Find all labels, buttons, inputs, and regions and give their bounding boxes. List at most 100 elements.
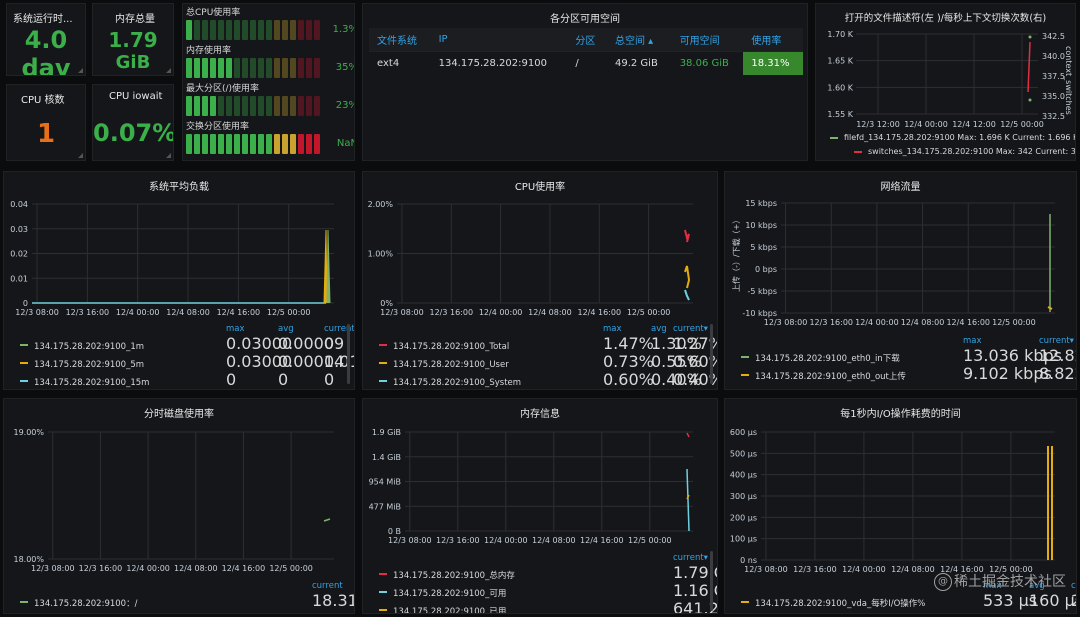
y-tick-label: 18.00% [13, 555, 44, 564]
gauge-segment [314, 20, 320, 40]
memory-panel[interactable]: 内存信息 1.9 GiB 1.4 GiB 954 MiB 477 MiB 0 B 12/3… [362, 398, 718, 614]
legend-item[interactable]: 134.175.28.202:9100_Total1.47%1.30%1.27% [379, 334, 717, 353]
panel-title: 各分区可用空间 [550, 14, 620, 25]
column-header[interactable]: 使用率 [743, 28, 803, 52]
x-tick-label: 12/3 16:00 [429, 308, 473, 317]
partition-panel[interactable]: 各分区可用空间 文件系统 IP 分区 总空间 ▴ 可用空间 使用率 ext4 134.175… [362, 3, 808, 161]
load-panel[interactable]: 系统平均负载 0.04 0.03 0.02 0.01 0 12/3 08:00 12/3 1… [3, 171, 355, 390]
panel-title: 内存总量 [115, 14, 155, 25]
gauge-label: 交换分区使用率 [186, 122, 250, 132]
gauge-segment [202, 134, 208, 154]
legend-header[interactable]: max [603, 324, 622, 334]
gauge-segment [202, 96, 208, 116]
memory-total-panel[interactable]: 内存总量 1.79 GiB [92, 3, 174, 76]
gauge-segment [282, 58, 288, 78]
y-tick-label: 0 ns [740, 556, 757, 565]
cpu-cores-panel[interactable]: CPU 核数 1 [6, 84, 86, 161]
legend-header[interactable]: current [1071, 581, 1076, 591]
table-cell: 38.06 GiB [671, 51, 744, 75]
y-tick-label: 0 [23, 299, 28, 308]
legend-item[interactable]: 134.175.28.202:9100：/ 18.313% [20, 593, 354, 609]
gauge-segment [218, 134, 224, 154]
gauge-segment [274, 134, 280, 154]
gauge-segment [226, 96, 232, 116]
filefd-point [1028, 35, 1032, 39]
gauge-value: 35% [335, 62, 354, 73]
legend-item[interactable]: 134.175.28.202:9100_总内存1.79 GiB [379, 565, 717, 581]
resize-handle-icon[interactable] [78, 68, 83, 73]
y-tick-label: 15 kbps [745, 199, 777, 208]
gauge-segment [210, 58, 216, 78]
legend-item[interactable]: 134.175.28.202:9100_1m 0.03000 0.00009 0 [20, 336, 346, 352]
legend-scrollbar[interactable] [710, 551, 713, 611]
y-tick-label: 100 μs [730, 535, 757, 544]
legend-scrollbar[interactable] [347, 324, 350, 384]
uptime-panel[interactable]: 系统运行时... 4.0 dav [6, 3, 86, 76]
column-header[interactable]: 可用空间 [671, 28, 744, 52]
legend-item[interactable]: 134.175.28.202:9100_5m0.030000.000140.01… [20, 354, 354, 370]
series-swatch [379, 572, 387, 575]
legend-item-switches[interactable]: switches_134.175.28.202:9100 Max: 342 Cu… [854, 146, 1075, 158]
y-axis-label: 上传（-）/下载（+） [731, 216, 741, 292]
memory-total-unit: GiB [115, 52, 151, 73]
gauge-segment [242, 134, 248, 154]
legend-header[interactable]: current [324, 324, 354, 334]
gauge-segment [306, 58, 312, 78]
gauge-segment [234, 20, 240, 40]
series-total-mem [686, 432, 690, 438]
legend-scrollbar[interactable] [710, 324, 713, 384]
y-tick-label: 1.65 K [827, 57, 853, 66]
column-header[interactable]: 文件系统 [369, 28, 431, 52]
resize-handle-icon[interactable] [166, 68, 171, 73]
x-tick-label: 12/3 16:00 [66, 308, 110, 317]
legend-item[interactable]: 134.175.28.202:9100_vda_每秒I/O操作% 533 μs 16… [741, 593, 1076, 609]
x-tick-label: 12/4 08:00 [532, 536, 576, 545]
column-header[interactable]: IP [430, 28, 568, 52]
legend-item[interactable]: 134.175.28.202:9100_可用1.16 GiB [379, 583, 717, 599]
y2-tick-label: 332.5 [1042, 112, 1065, 121]
legend-header[interactable]: current▾ [673, 324, 708, 334]
gauge-label: 总CPU使用率 [186, 8, 241, 18]
filefd-switches-panel[interactable]: 打开的文件描述符(左 )/每秒上下文切换次数(右) 1.70 K 1.65 K 1.… [815, 3, 1076, 161]
legend-header[interactable]: current [312, 581, 343, 591]
legend-item[interactable]: 134.175.28.202:9100_eth0_out上传 9.102 kbps… [741, 366, 1076, 382]
memory-total-value: 1.79 [108, 28, 158, 52]
column-header[interactable]: 总空间 ▴ [606, 28, 672, 52]
y-tick-label: 600 μs [730, 428, 757, 437]
legend-header[interactable]: max [226, 324, 245, 334]
cpu-panel[interactable]: CPU使用率 2.00% 1.00% 0% 12/3 08:00 12/3 16:00 1… [362, 171, 718, 390]
legend-header[interactable]: max [963, 336, 982, 346]
legend-header[interactable]: avg [651, 324, 667, 334]
legend-header[interactable]: current▾ [1039, 336, 1074, 346]
legend-item[interactable]: 134.175.28.202:9100_已用641.23 MiB [379, 601, 717, 613]
y-tick-label: 1.70 K [827, 30, 853, 39]
network-panel[interactable]: 网络流量 15 kbps 10 kbps 5 kbps 0 bps -5 kbps -10… [724, 171, 1077, 390]
gauges-panel[interactable]: 总CPU使用率 1.3% 内存使用率 35% 最大分区(/)使用率 23% 交换分区使用率 N… [182, 3, 355, 161]
column-header[interactable]: 分区 [567, 28, 607, 52]
y-tick-label: 1.60 K [827, 83, 853, 92]
legend-item[interactable]: 134.175.28.202:9100_System 0.60% 0.40% 0.40… [379, 372, 717, 388]
legend-item[interactable]: 134.175.28.202:9100_15m 0 0 0 [20, 372, 346, 388]
legend-text: switches_134.175.28.202:9100 Max: 342 Cu… [868, 147, 1076, 156]
cpu-iowait-panel[interactable]: CPU iowait 0.07% [92, 84, 174, 161]
x-tick-label: 12/4 00:00 [904, 120, 948, 129]
legend-value: 1.47% [603, 334, 654, 353]
gauge-segment [306, 96, 312, 116]
gauge-3: 交换分区使用率 NaN [186, 122, 354, 154]
x-tick-label: 12/3 08:00 [764, 318, 808, 327]
legend-header[interactable]: current▾ [673, 553, 708, 563]
x-tick-label: 12/4 08:00 [528, 308, 572, 317]
gauge-segment [202, 20, 208, 40]
resize-handle-icon[interactable] [78, 153, 83, 158]
legend-item[interactable]: 134.175.28.202:9100_User0.73%0.55%0.60% [379, 354, 717, 370]
resize-handle-icon[interactable] [166, 153, 171, 158]
series-swatch [854, 150, 862, 153]
io-panel[interactable]: 每1秒内I/O操作耗费的时间 600 μs 500 μs 400 μs 300 μs 2… [724, 398, 1077, 614]
gauge-segment [242, 20, 248, 40]
gauge-value: 1.3% [332, 24, 354, 35]
legend-item-filefd[interactable]: filefd_134.175.28.202:9100 Max: 1.696 K … [830, 132, 1075, 144]
legend-header[interactable]: avg [278, 324, 294, 334]
legend-item[interactable]: 134.175.28.202:9100_eth0_in下载 13.036 kbps… [741, 348, 1076, 364]
disk-panel[interactable]: 分时磁盘使用率 19.00% 18.00% 12/3 08:00 12/3 16:00… [3, 398, 355, 614]
gauge-value: 23% [335, 100, 354, 111]
